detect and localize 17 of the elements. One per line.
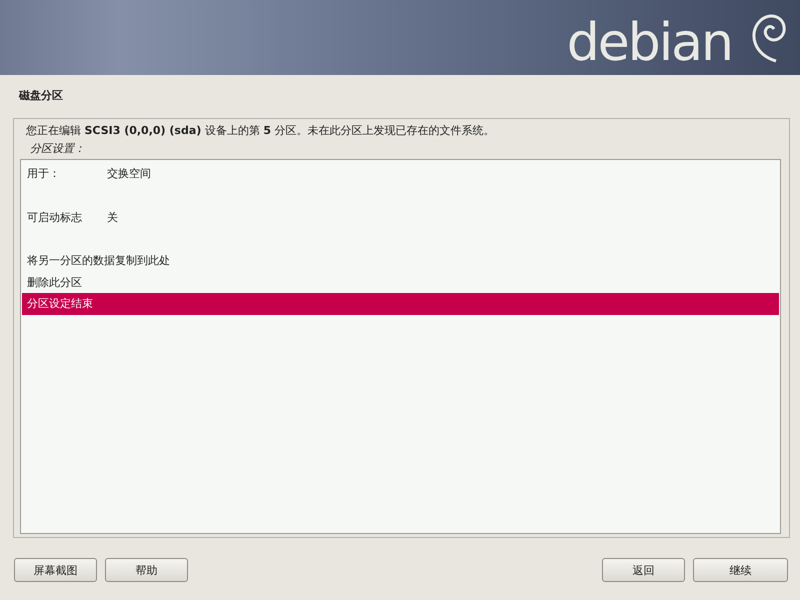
- button[interactable]: 继续: [693, 558, 788, 582]
- list-item[interactable]: 可启动标志 关: [22, 206, 779, 228]
- button[interactable]: 屏幕截图: [14, 558, 97, 582]
- list-item[interactable]: 用于： 交换空间: [22, 163, 779, 185]
- description-text: 您正在编辑 SCSI3 (0,0,0) (sda) 设备上的第 5 分区。未在此分区上发现已存在的文件系统。: [25, 123, 496, 139]
- setting-value: 关: [107, 210, 118, 225]
- list-item[interactable]: 将另一分区的数据复制到此处: [22, 250, 779, 272]
- setting-label: 可启动标志: [27, 210, 83, 225]
- button[interactable]: 帮助: [105, 558, 188, 582]
- button[interactable]: 返回: [602, 558, 685, 582]
- logo-text: debian: [566, 16, 732, 68]
- list-heading: 分区设置：: [29, 141, 86, 157]
- list-item[interactable]: 删除此分区: [22, 271, 779, 294]
- list-item[interactable]: 分区设定结束: [22, 293, 779, 315]
- page-title: 磁盘分区: [18, 88, 64, 104]
- setting-label: 用于：: [27, 166, 61, 182]
- setting-value: 交换空间: [107, 166, 151, 182]
